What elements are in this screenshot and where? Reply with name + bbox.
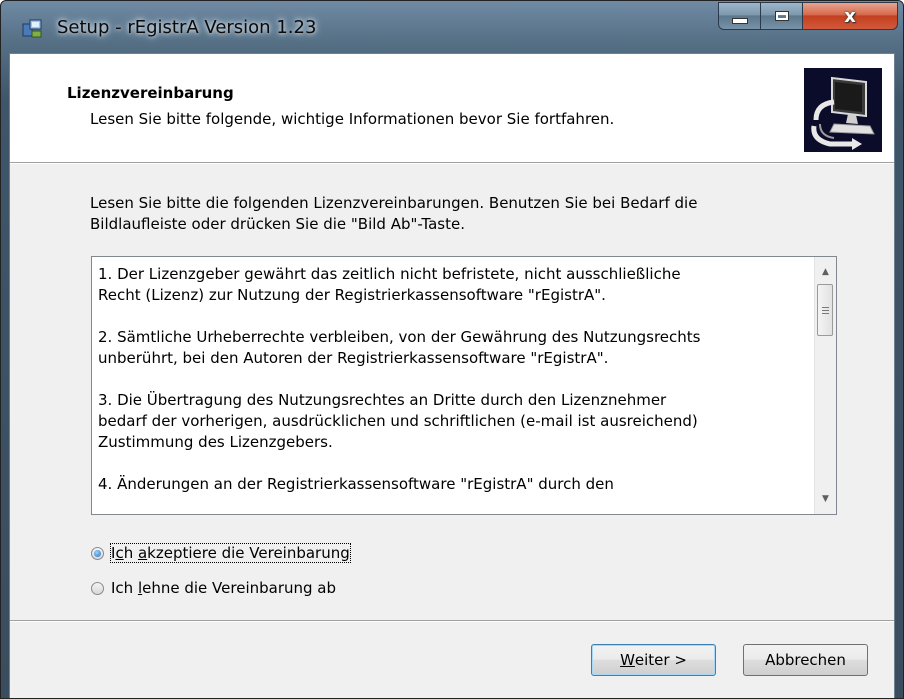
license-line: 1. Der Lizenzgeber gewährt das zeitlich … (98, 265, 681, 283)
intro-text: Lesen Sie bitte die folgenden Lizenzvere… (90, 193, 830, 235)
button-label: eiter > (634, 651, 687, 669)
intro-line: Bildlaufleiste oder drücken Sie die "Bil… (90, 215, 465, 233)
license-paragraph: 1. Der Lizenzgeber gewährt das zeitlich … (98, 264, 798, 306)
license-line: Zustimmung des Lizenzgebers. (98, 433, 333, 451)
accelerator-char: a (137, 544, 148, 562)
license-line: 3. Die Übertragung des Nutzungsrechtes a… (98, 391, 667, 409)
maximize-icon (774, 11, 789, 21)
close-button[interactable]: x (803, 2, 898, 30)
license-paragraph: 2. Sämtliche Urheberrechte verbleiben, v… (98, 327, 798, 369)
license-line: 4. Änderungen an der Registrierkassensof… (98, 475, 614, 493)
grip-icon (821, 306, 829, 314)
footer-divider-highlight (10, 621, 894, 622)
scroll-up-button[interactable]: ▲ (815, 261, 836, 283)
label-part: Ich (111, 579, 138, 597)
decline-radio[interactable] (91, 581, 104, 595)
license-line: unberührt, bei den Autoren der Registrie… (98, 349, 609, 367)
license-line: Recht (Lizenz) zur Nutzung der Registrie… (98, 286, 606, 304)
scrollbar-thumb[interactable] (817, 284, 833, 336)
wizard-page: Lizenzvereinbarung Lesen Sie bitte folge… (9, 53, 895, 698)
accept-option[interactable]: Ich akzeptiere die Vereinbarung (91, 542, 351, 564)
license-text: 1. Der Lizenzgeber gewährt das zeitlich … (98, 264, 798, 514)
setup-window: Setup - rEgistrA Version 1.23 x Lizenzve… (0, 0, 904, 699)
page-title: Lizenzvereinbarung (67, 84, 234, 102)
accelerator-char: c (115, 544, 124, 562)
decline-option[interactable]: Ich lehne die Vereinbarung ab (91, 577, 336, 599)
window-title: Setup - rEgistrA Version 1.23 (57, 17, 317, 38)
page-subtitle: Lesen Sie bitte folgende, wichtige Infor… (90, 110, 615, 128)
license-line: 2. Sämtliche Urheberrechte verbleiben, v… (98, 328, 701, 346)
license-text-box[interactable]: 1. Der Lizenzgeber gewährt das zeitlich … (91, 256, 837, 515)
maximize-button[interactable] (761, 2, 803, 30)
arrow-down-icon: ▼ (822, 494, 829, 504)
setup-computer-icon (804, 68, 882, 152)
title-bar[interactable]: Setup - rEgistrA Version 1.23 x (1, 1, 903, 53)
label-part: ehne die Vereinbarung ab (142, 579, 337, 597)
cancel-button[interactable]: Abbrechen (743, 644, 868, 676)
minimize-button[interactable] (718, 2, 761, 30)
intro-line: Lesen Sie bitte die folgenden Lizenzvere… (90, 194, 698, 212)
decline-label[interactable]: Ich lehne die Vereinbarung ab (111, 579, 336, 597)
accelerator-char: W (620, 651, 635, 669)
close-icon: x (844, 5, 856, 27)
license-paragraph: 3. Die Übertragung des Nutzungsrechtes a… (98, 390, 798, 453)
setup-app-icon (21, 18, 43, 40)
arrow-up-icon: ▲ (822, 267, 829, 277)
scroll-down-button[interactable]: ▼ (815, 488, 836, 510)
next-button[interactable]: Weiter > (591, 644, 716, 676)
accept-radio[interactable] (91, 546, 104, 560)
license-paragraph: 4. Änderungen an der Registrierkassensof… (98, 474, 798, 495)
license-line: bedarf der vorherigen, ausdrücklichen un… (98, 412, 698, 430)
label-part: h (123, 544, 138, 562)
minimize-icon (731, 18, 748, 24)
accept-label[interactable]: Ich akzeptiere die Vereinbarung (110, 543, 351, 563)
caption-buttons: x (718, 2, 898, 31)
wizard-header: Lizenzvereinbarung Lesen Sie bitte folge… (10, 54, 894, 163)
vertical-scrollbar[interactable]: ▲ ▼ (814, 257, 836, 514)
header-divider (10, 163, 894, 164)
label-part: kzeptiere die Vereinbarung (147, 544, 350, 562)
